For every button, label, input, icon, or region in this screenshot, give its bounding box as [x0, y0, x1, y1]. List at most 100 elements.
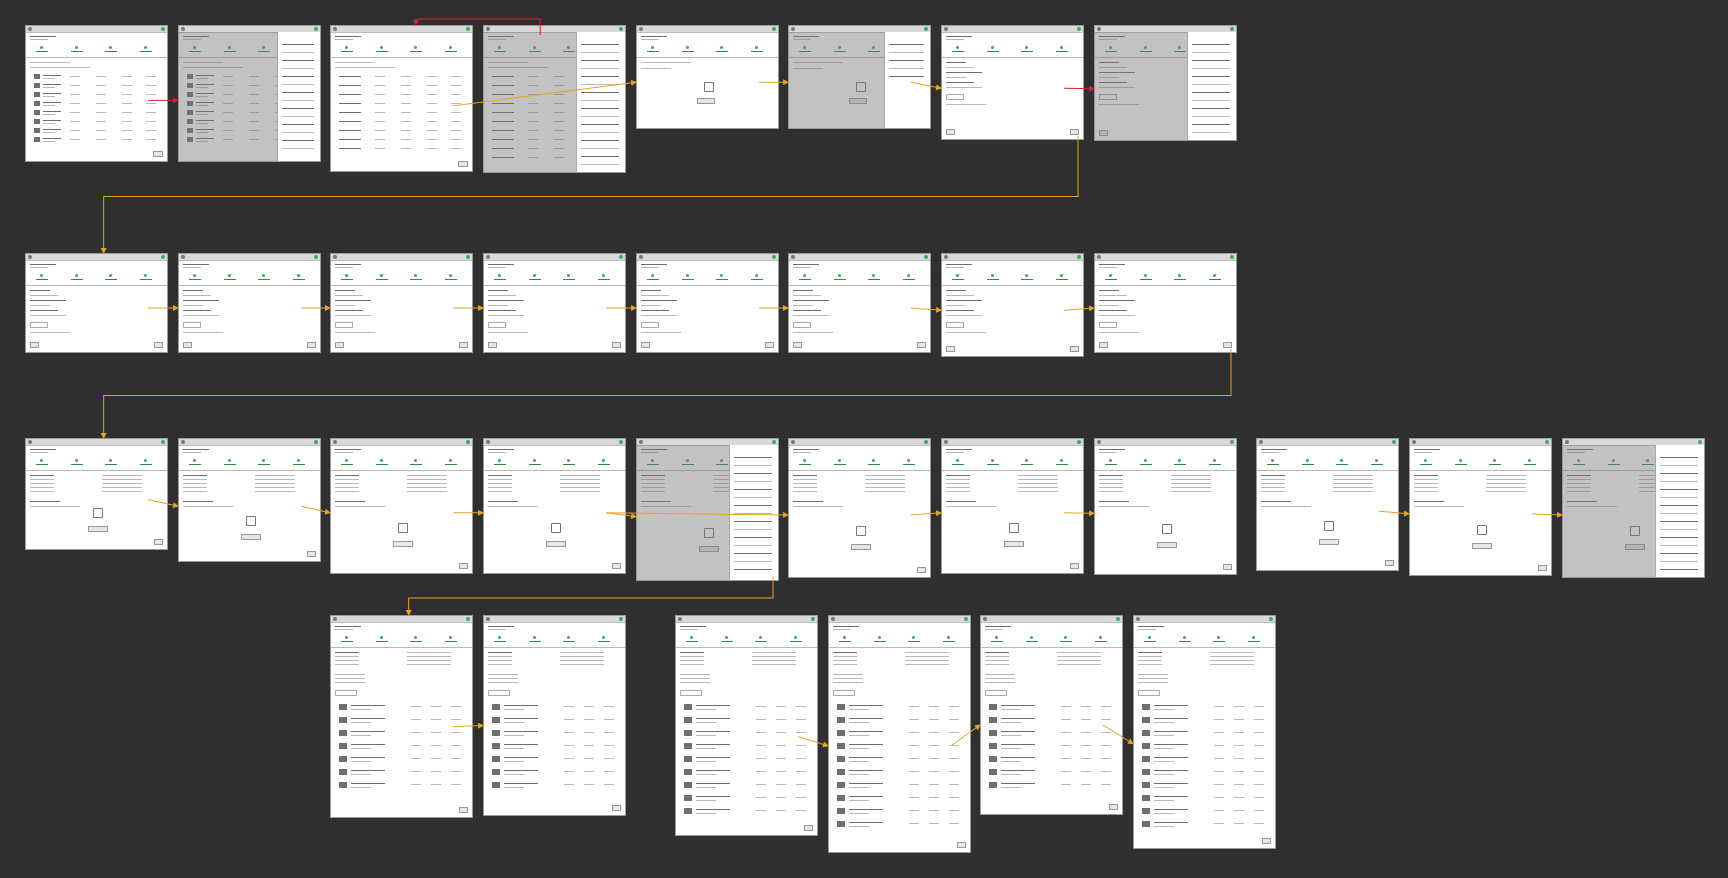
- next-button[interactable]: [307, 551, 316, 557]
- back-button[interactable]: [488, 342, 497, 348]
- panel-item[interactable]: [1660, 529, 1698, 530]
- panel-item[interactable]: [1192, 100, 1230, 101]
- panel-item[interactable]: [581, 76, 619, 77]
- panel-item[interactable]: [1660, 569, 1698, 570]
- window-control-icon[interactable]: [333, 617, 337, 621]
- panel-item[interactable]: [889, 76, 924, 77]
- panel-item[interactable]: [581, 140, 619, 141]
- back-button[interactable]: [946, 346, 955, 352]
- window-control-icon[interactable]: [1097, 255, 1101, 259]
- window-control-icon[interactable]: [1259, 440, 1263, 444]
- panel-item[interactable]: [282, 148, 314, 149]
- window-control-icon[interactable]: [791, 255, 795, 259]
- window-control-icon[interactable]: [1412, 440, 1416, 444]
- next-button[interactable]: [458, 161, 468, 167]
- panel-item[interactable]: [889, 52, 924, 53]
- window-control-icon[interactable]: [486, 255, 490, 259]
- window-control-icon[interactable]: [28, 255, 32, 259]
- input-field[interactable]: [183, 322, 201, 328]
- panel-item[interactable]: [734, 457, 772, 458]
- modal-overlay[interactable]: [1095, 32, 1188, 140]
- window-control-icon[interactable]: [791, 27, 795, 31]
- panel-item[interactable]: [1660, 505, 1698, 506]
- modal-overlay[interactable]: [637, 445, 730, 580]
- next-button[interactable]: [1070, 563, 1079, 569]
- panel-item[interactable]: [1660, 465, 1698, 466]
- input-field[interactable]: [1138, 690, 1160, 696]
- back-button[interactable]: [183, 342, 192, 348]
- panel-item[interactable]: [282, 116, 314, 117]
- panel-item[interactable]: [1192, 108, 1230, 109]
- window-control-icon[interactable]: [1097, 440, 1101, 444]
- panel-item[interactable]: [1660, 457, 1698, 458]
- panel-item[interactable]: [1660, 497, 1698, 498]
- input-field[interactable]: [833, 690, 855, 696]
- panel-item[interactable]: [1192, 132, 1230, 133]
- panel-item[interactable]: [282, 44, 314, 45]
- window-control-icon[interactable]: [944, 255, 948, 259]
- panel-item[interactable]: [1192, 68, 1230, 69]
- panel-item[interactable]: [282, 60, 314, 61]
- panel-item[interactable]: [1192, 76, 1230, 77]
- panel-item[interactable]: [889, 44, 924, 45]
- back-button[interactable]: [1099, 342, 1108, 348]
- panel-item[interactable]: [581, 116, 619, 117]
- panel-item[interactable]: [581, 44, 619, 45]
- next-button[interactable]: [612, 563, 621, 569]
- panel-item[interactable]: [1660, 561, 1698, 562]
- window-control-icon[interactable]: [28, 440, 32, 444]
- upload-button[interactable]: [87, 526, 108, 533]
- panel-item[interactable]: [581, 68, 619, 69]
- panel-item[interactable]: [1660, 481, 1698, 482]
- panel-item[interactable]: [282, 100, 314, 101]
- next-button[interactable]: [1223, 342, 1232, 348]
- input-field[interactable]: [641, 322, 659, 328]
- window-control-icon[interactable]: [678, 617, 682, 621]
- panel-item[interactable]: [282, 124, 314, 125]
- upload-button[interactable]: [1003, 541, 1024, 548]
- window-control-icon[interactable]: [333, 27, 337, 31]
- input-field[interactable]: [488, 322, 506, 328]
- panel-item[interactable]: [282, 84, 314, 85]
- upload-button[interactable]: [1156, 541, 1177, 548]
- next-button[interactable]: [154, 342, 163, 348]
- window-control-icon[interactable]: [333, 255, 337, 259]
- panel-item[interactable]: [282, 108, 314, 109]
- upload-button[interactable]: [1318, 539, 1339, 546]
- submit-button[interactable]: [1109, 804, 1118, 810]
- panel-item[interactable]: [1660, 489, 1698, 490]
- panel-item[interactable]: [581, 156, 619, 157]
- panel-item[interactable]: [282, 132, 314, 133]
- window-control-icon[interactable]: [1565, 440, 1569, 444]
- window-control-icon[interactable]: [181, 255, 185, 259]
- panel-item[interactable]: [581, 164, 619, 165]
- submit-button[interactable]: [957, 842, 966, 848]
- back-button[interactable]: [946, 129, 955, 135]
- panel-item[interactable]: [734, 473, 772, 474]
- panel-item[interactable]: [1660, 473, 1698, 474]
- panel-item[interactable]: [1660, 521, 1698, 522]
- input-field[interactable]: [335, 322, 353, 328]
- panel-item[interactable]: [734, 529, 772, 530]
- window-control-icon[interactable]: [831, 617, 835, 621]
- panel-item[interactable]: [734, 553, 772, 554]
- panel-item[interactable]: [1660, 537, 1698, 538]
- submit-button[interactable]: [459, 807, 468, 813]
- back-button[interactable]: [641, 342, 650, 348]
- panel-item[interactable]: [1192, 52, 1230, 53]
- modal-overlay[interactable]: [179, 32, 278, 161]
- panel-item[interactable]: [734, 489, 772, 490]
- panel-item[interactable]: [282, 76, 314, 77]
- input-field[interactable]: [335, 690, 357, 696]
- upload-button[interactable]: [1471, 542, 1492, 549]
- panel-item[interactable]: [1192, 60, 1230, 61]
- panel-item[interactable]: [734, 465, 772, 466]
- submit-button[interactable]: [1262, 838, 1271, 844]
- next-button[interactable]: [1070, 129, 1079, 135]
- input-field[interactable]: [946, 94, 964, 100]
- panel-item[interactable]: [581, 124, 619, 125]
- modal-overlay[interactable]: [1563, 445, 1656, 577]
- add-button[interactable]: [696, 98, 715, 104]
- panel-item[interactable]: [889, 68, 924, 69]
- window-control-icon[interactable]: [486, 440, 490, 444]
